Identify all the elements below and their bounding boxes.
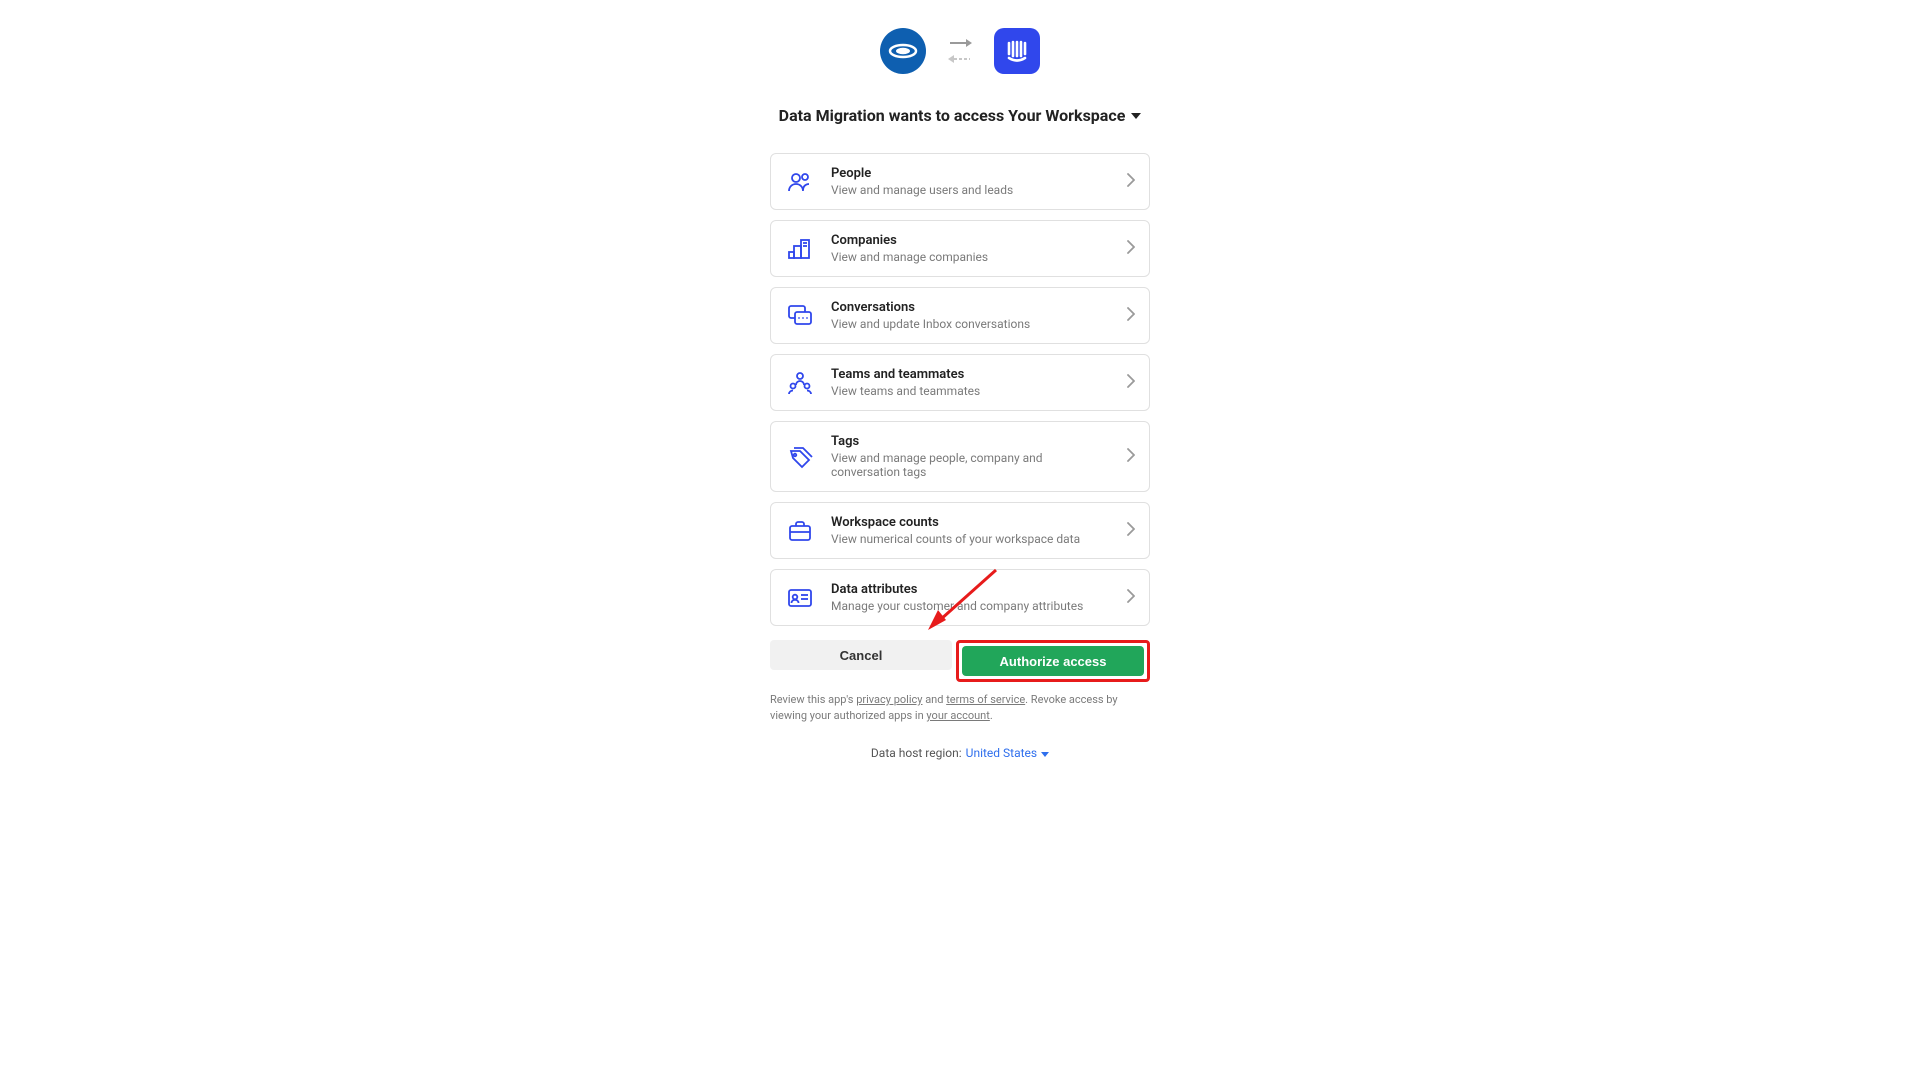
conversations-icon bbox=[785, 301, 815, 331]
terms-of-service-link[interactable]: terms of service bbox=[946, 693, 1025, 706]
permission-teams[interactable]: Teams and teammates View teams and teamm… bbox=[770, 354, 1150, 411]
logo-row bbox=[880, 28, 1040, 74]
permission-title: People bbox=[831, 166, 1111, 181]
permission-desc: View and manage users and leads bbox=[831, 183, 1111, 197]
data-host-region[interactable]: Data host region: United States bbox=[871, 746, 1049, 760]
permission-title: Companies bbox=[831, 233, 1111, 248]
permission-people[interactable]: People View and manage users and leads bbox=[770, 153, 1150, 210]
permission-title: Conversations bbox=[831, 300, 1111, 315]
your-account-link[interactable]: your account bbox=[926, 709, 989, 722]
authorize-highlight-box: Authorize access bbox=[956, 640, 1150, 682]
permission-desc: Manage your customer and company attribu… bbox=[831, 599, 1111, 613]
id-card-icon bbox=[785, 583, 815, 613]
workspace-dropdown-caret-icon bbox=[1131, 113, 1141, 119]
chevron-right-icon bbox=[1127, 588, 1135, 607]
tags-icon bbox=[785, 442, 815, 472]
headline-text: Data Migration wants to access Your Work… bbox=[779, 106, 1126, 125]
cancel-button[interactable]: Cancel bbox=[770, 640, 952, 670]
companies-icon bbox=[785, 234, 815, 264]
authorize-button[interactable]: Authorize access bbox=[962, 646, 1144, 676]
sync-arrows-icon bbox=[948, 38, 972, 64]
region-caret-icon bbox=[1041, 746, 1049, 760]
permission-desc: View and manage companies bbox=[831, 250, 1111, 264]
chevron-right-icon bbox=[1127, 239, 1135, 258]
privacy-policy-link[interactable]: privacy policy bbox=[856, 693, 922, 706]
permission-workspace-counts[interactable]: Workspace counts View numerical counts o… bbox=[770, 502, 1150, 559]
permission-desc: View and update Inbox conversations bbox=[831, 317, 1111, 331]
permission-tags[interactable]: Tags View and manage people, company and… bbox=[770, 421, 1150, 492]
chevron-right-icon bbox=[1127, 172, 1135, 191]
region-value: United States bbox=[966, 746, 1037, 760]
headline[interactable]: Data Migration wants to access Your Work… bbox=[779, 106, 1142, 125]
region-label: Data host region: bbox=[871, 746, 962, 760]
intercom-logo bbox=[994, 28, 1040, 74]
permission-desc: View and manage people, company and conv… bbox=[831, 451, 1111, 479]
teams-icon bbox=[785, 368, 815, 398]
chevron-right-icon bbox=[1127, 521, 1135, 540]
permission-title: Workspace counts bbox=[831, 515, 1111, 530]
button-row: Cancel Authorize access bbox=[770, 640, 1150, 682]
permission-desc: View teams and teammates bbox=[831, 384, 1111, 398]
permission-desc: View numerical counts of your workspace … bbox=[831, 532, 1111, 546]
legal-text: Review this app's privacy policy and ter… bbox=[770, 692, 1150, 724]
chevron-right-icon bbox=[1127, 373, 1135, 392]
permission-title: Tags bbox=[831, 434, 1111, 449]
people-icon bbox=[785, 167, 815, 197]
chevron-right-icon bbox=[1127, 447, 1135, 466]
chevron-right-icon bbox=[1127, 306, 1135, 325]
briefcase-icon bbox=[785, 516, 815, 546]
permission-title: Teams and teammates bbox=[831, 367, 1111, 382]
permission-conversations[interactable]: Conversations View and update Inbox conv… bbox=[770, 287, 1150, 344]
permission-title: Data attributes bbox=[831, 582, 1111, 597]
permissions-list: People View and manage users and leads C… bbox=[770, 153, 1150, 626]
permission-companies[interactable]: Companies View and manage companies bbox=[770, 220, 1150, 277]
source-app-logo bbox=[880, 28, 926, 74]
permission-data-attributes[interactable]: Data attributes Manage your customer and… bbox=[770, 569, 1150, 626]
